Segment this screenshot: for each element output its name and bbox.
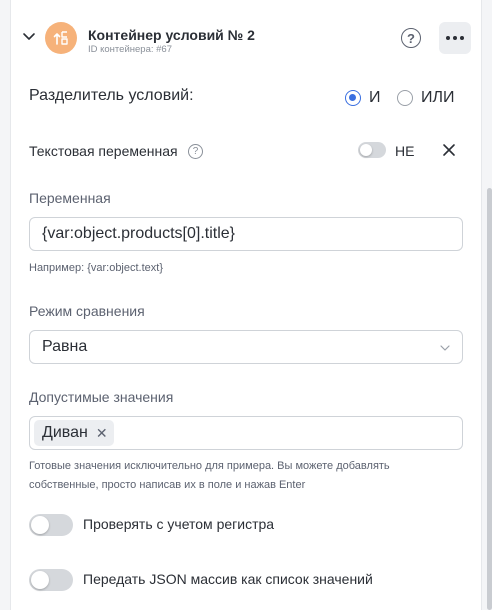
condition-container-panel: Контейнер условий № 2 ID контейнера: #67… (10, 0, 482, 610)
radio-ring (345, 90, 361, 106)
radio-label: ИЛИ (421, 89, 455, 106)
variable-value: {var:object.products[0].title} (42, 225, 235, 242)
value-chip: Диван ✕ (34, 420, 114, 446)
scrollbar-thumb[interactable] (487, 188, 492, 610)
allowed-values-input[interactable]: Диван ✕ (29, 416, 463, 450)
variable-input[interactable]: {var:object.products[0].title} (29, 217, 463, 251)
radio-and[interactable]: И (345, 89, 381, 107)
container-title: Контейнер условий № 2 (88, 27, 255, 43)
json-array-label: Передать JSON массив как список значений (83, 571, 373, 587)
chevron-down-icon[interactable] (21, 28, 37, 44)
compare-mode-value: Равна (42, 338, 88, 355)
allowed-values-label: Допустимые значения (29, 389, 174, 405)
compare-mode-select[interactable]: Равна (29, 330, 463, 364)
radio-ring (397, 90, 413, 106)
close-icon[interactable] (441, 142, 457, 158)
chevron-down-icon (440, 345, 450, 351)
more-dot (453, 36, 457, 40)
container-id: ID контейнера: #67 (88, 44, 172, 55)
hint-line: собственные, просто написав их в поле и … (29, 479, 306, 491)
separator-label: Разделитель условий: (29, 87, 194, 104)
radio-or[interactable]: ИЛИ (397, 89, 455, 107)
radio-label: И (369, 89, 381, 106)
remove-chip-icon[interactable]: ✕ (96, 425, 108, 442)
json-array-toggle[interactable] (29, 569, 73, 591)
help-icon[interactable]: ? (188, 144, 203, 159)
condition-branch-icon (45, 22, 77, 54)
more-options-button[interactable] (439, 22, 471, 54)
text-variable-label: Текстовая переменная (29, 143, 178, 159)
allowed-values-hint: Готовые значения исключительно для приме… (29, 457, 459, 495)
not-label: НЕ (395, 143, 415, 159)
not-toggle[interactable] (358, 142, 386, 158)
variable-label: Переменная (29, 190, 111, 206)
variable-hint: Например: {var:object.text} (29, 262, 164, 274)
more-dot (460, 36, 464, 40)
case-sensitive-toggle[interactable] (29, 514, 73, 536)
help-icon[interactable]: ? (401, 28, 421, 48)
more-dot (446, 36, 450, 40)
hint-line: Готовые значения исключительно для приме… (29, 460, 390, 472)
chip-label: Диван (42, 424, 88, 441)
container-header: Контейнер условий № 2 ID контейнера: #67… (11, 0, 483, 76)
case-sensitive-label: Проверять с учетом регистра (83, 516, 275, 532)
compare-mode-label: Режим сравнения (29, 303, 145, 319)
